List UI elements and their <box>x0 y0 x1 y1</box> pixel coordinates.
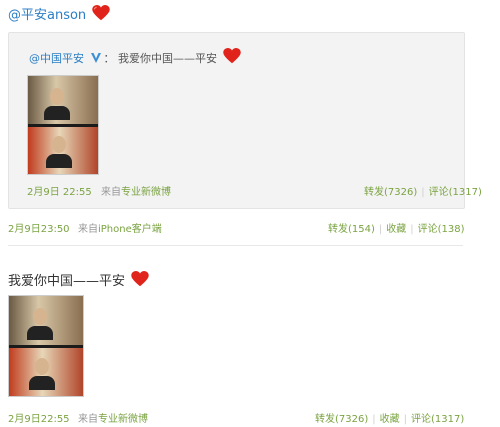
heart-icon <box>92 5 111 21</box>
divider <box>8 245 463 246</box>
post-source-link[interactable]: iPhone客户端 <box>98 224 162 235</box>
favorite-link[interactable]: 收藏 <box>386 224 406 235</box>
quoted-user-link[interactable]: @中国平安 <box>29 52 84 65</box>
second-post-source: 来自专业新微博 <box>78 414 148 425</box>
colon: ： <box>103 52 115 65</box>
repost-link[interactable]: 转发(154) <box>328 224 375 235</box>
quoted-image-thumbnail[interactable] <box>27 75 99 175</box>
verified-v-icon <box>90 53 101 63</box>
comment-link[interactable]: 评论(138) <box>418 224 465 235</box>
heart-icon <box>222 48 241 64</box>
second-post-time[interactable]: 2月9日22:55 <box>8 410 70 425</box>
quoted-actions: 转发(7326) | 评论(1317) <box>364 187 482 198</box>
second-comment-link[interactable]: 评论(1317) <box>411 414 464 425</box>
quoted-post-header: @中国平安 ： 我爱你中国——平安 <box>29 48 241 66</box>
quoted-source: 来自专业新微博 <box>101 187 171 198</box>
quoted-repost-link[interactable]: 转发(7326) <box>364 187 417 198</box>
post-author: @平安anson <box>8 4 111 23</box>
quoted-comment-link[interactable]: 评论(1317) <box>429 187 482 198</box>
second-favorite-link[interactable]: 收藏 <box>380 414 400 425</box>
quoted-text: 我爱你中国——平安 <box>118 52 217 65</box>
post-time[interactable]: 2月9日23:50 <box>8 220 70 235</box>
post-actions: 转发(154) | 收藏 | 评论(138) <box>328 224 465 235</box>
second-source-link[interactable]: 专业新微博 <box>98 414 148 425</box>
quoted-post: @中国平安 ： 我爱你中国——平安 2月9日 22:55 来自专业新微博 转发(… <box>8 32 482 209</box>
author-link[interactable]: @平安anson <box>8 8 86 23</box>
second-post-image-thumbnail[interactable] <box>8 295 84 397</box>
quoted-time[interactable]: 2月9日 22:55 <box>27 183 92 198</box>
second-repost-link[interactable]: 转发(7326) <box>315 414 368 425</box>
quoted-source-link[interactable]: 专业新微博 <box>121 187 171 198</box>
second-post-text: 我爱你中国——平安 <box>8 270 149 289</box>
second-post-actions: 转发(7326) | 收藏 | 评论(1317) <box>315 414 465 425</box>
heart-icon <box>131 271 149 287</box>
post-source: 来自iPhone客户端 <box>78 224 162 235</box>
